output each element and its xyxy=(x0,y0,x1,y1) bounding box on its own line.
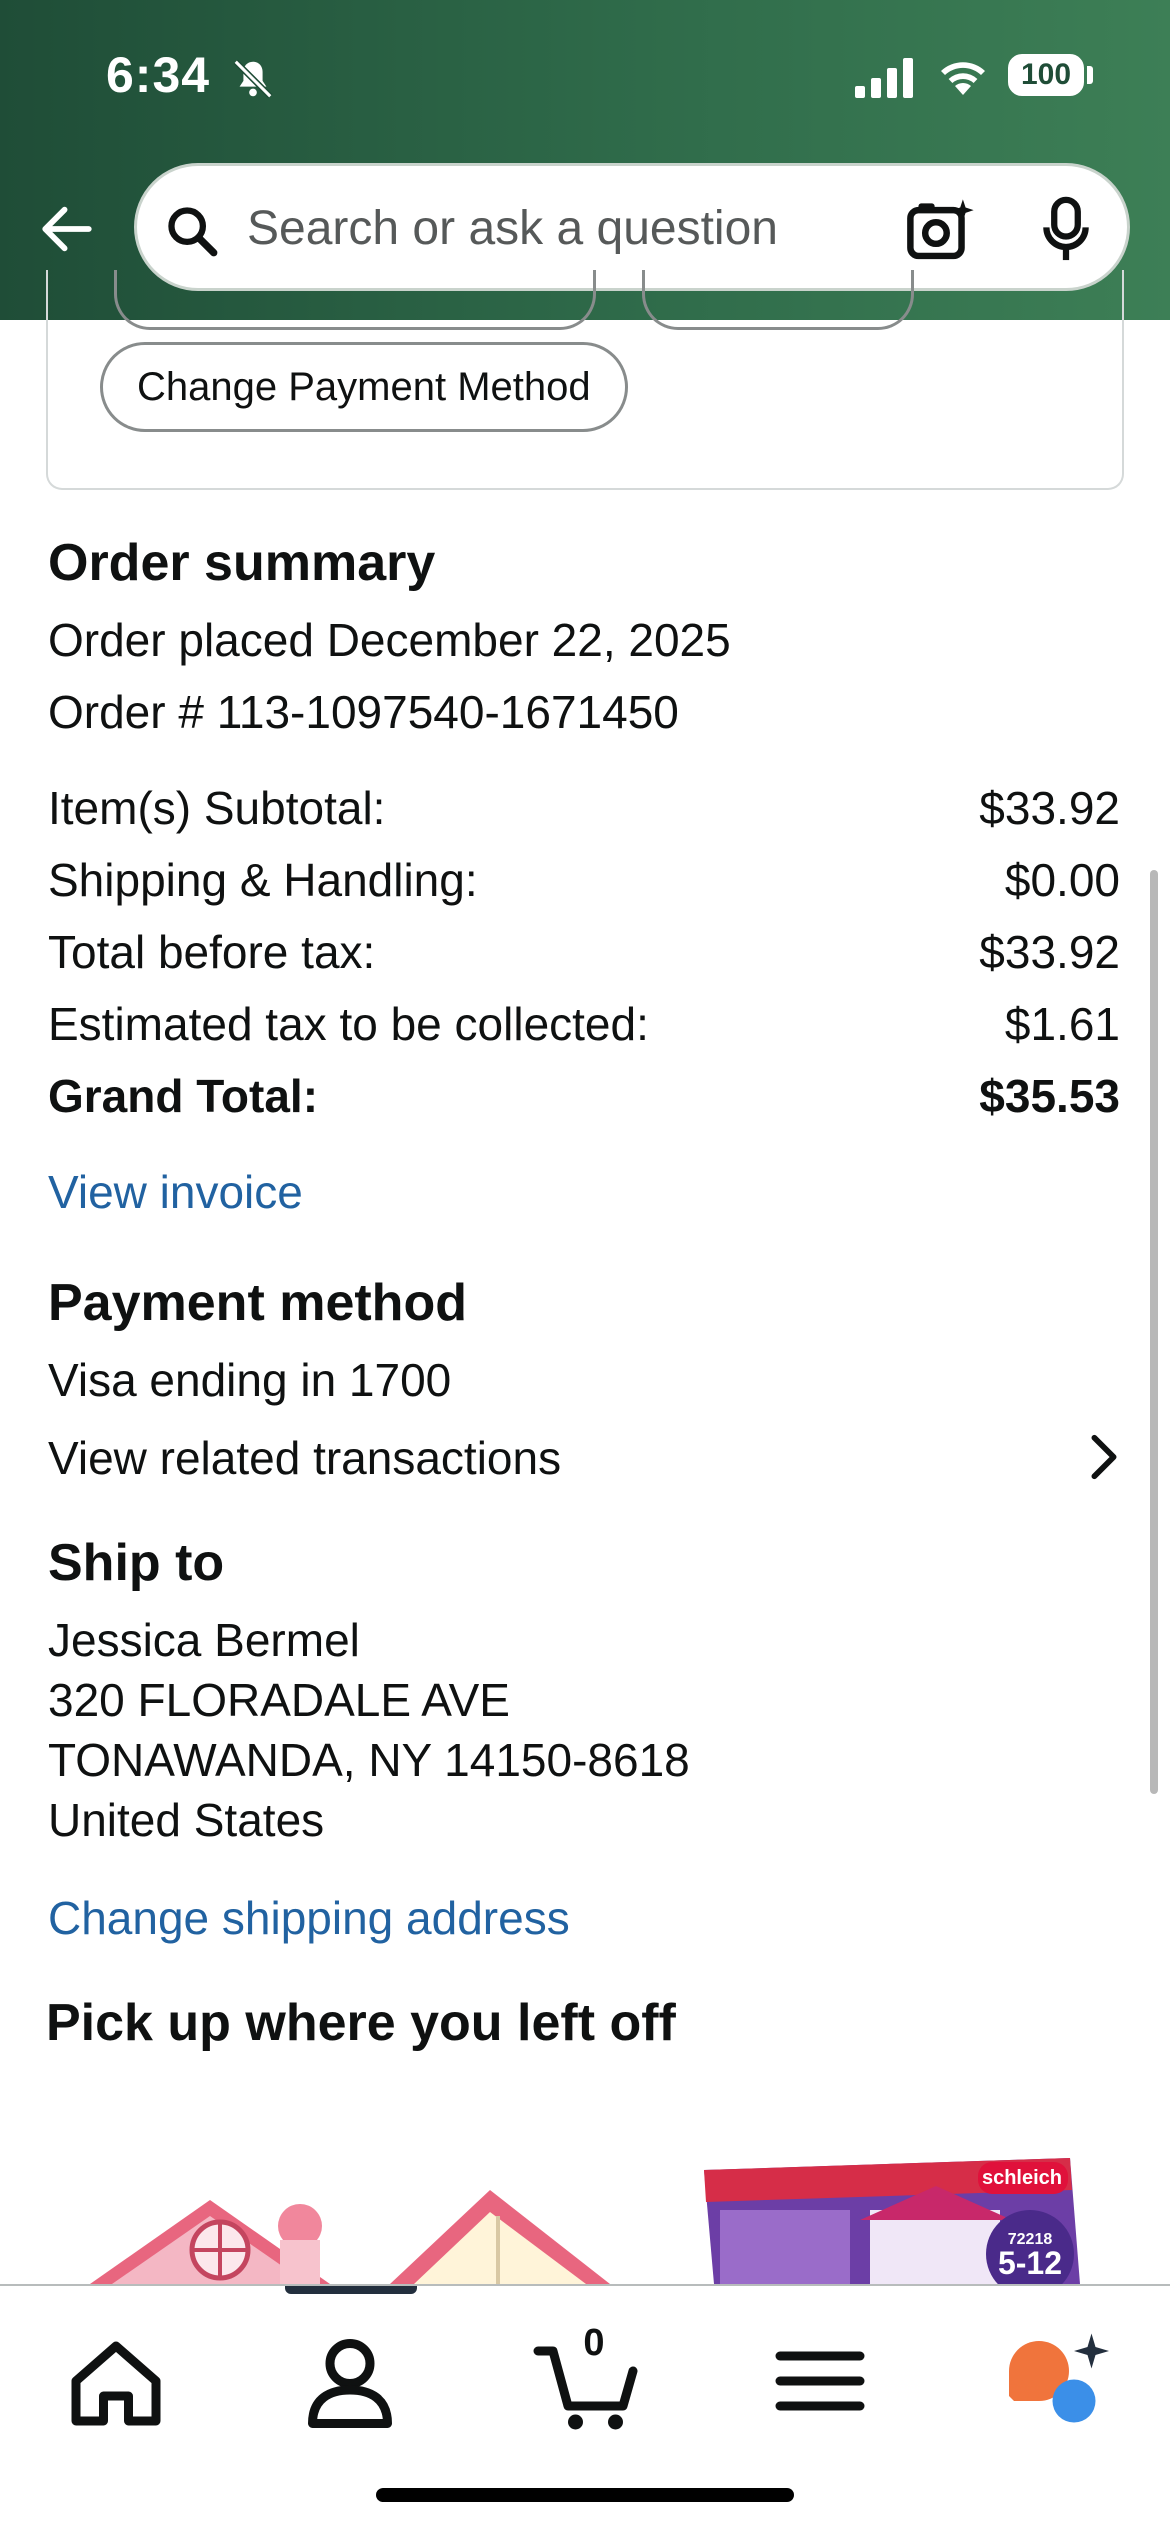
home-icon[interactable] xyxy=(56,2326,176,2436)
battery-cap xyxy=(1087,66,1093,84)
account-icon[interactable] xyxy=(290,2326,410,2436)
view-related-transactions-link[interactable]: View related transactions xyxy=(48,1431,1128,1485)
grand-total-label: Grand Total: xyxy=(48,1070,319,1122)
product-image-schleich-box[interactable]: schleich 72218 5-12 xyxy=(700,2150,1080,2284)
order-placed-date: Order placed December 22, 2025 xyxy=(48,614,731,666)
change-shipping-address-link[interactable]: Change shipping address xyxy=(48,1891,570,1945)
wifi-icon xyxy=(941,62,985,95)
payment-card: Visa ending in 1700 xyxy=(48,1354,452,1406)
order-number: Order # 113-1097540-1671450 xyxy=(48,686,679,738)
scroll-indicator[interactable] xyxy=(1150,870,1158,1794)
product-carousel[interactable]: schleich 72218 5-12 xyxy=(0,2120,1170,2284)
camera-lens-icon[interactable] xyxy=(905,196,975,262)
hidden-action-button[interactable] xyxy=(114,270,596,330)
hidden-action-button[interactable] xyxy=(642,270,914,330)
product-brand-label: schleich xyxy=(982,2167,1062,2189)
ship-to-title: Ship to xyxy=(48,1534,225,1592)
total-before-tax-label: Total before tax: xyxy=(48,926,376,978)
menu-icon[interactable] xyxy=(760,2326,880,2436)
bell-off-icon xyxy=(233,59,273,99)
total-before-tax-value: $33.92 xyxy=(979,926,1120,978)
status-time: 6:34 xyxy=(106,47,211,103)
address-street: 320 FLORADALE AVE xyxy=(48,1674,510,1726)
subtotal-label: Item(s) Subtotal: xyxy=(48,782,386,834)
battery-level: 100 xyxy=(1020,58,1072,91)
estimated-tax-label: Estimated tax to be collected: xyxy=(48,998,649,1050)
grand-total-value: $35.53 xyxy=(979,1070,1120,1122)
rufus-assistant-icon[interactable] xyxy=(994,2326,1114,2436)
battery-indicator: 100 xyxy=(1008,54,1084,96)
signal-icon xyxy=(855,58,913,98)
order-actions-card: Change Payment Method xyxy=(46,270,1124,490)
address-country: United States xyxy=(48,1794,325,1846)
change-payment-method-button[interactable]: Change Payment Method xyxy=(100,342,628,432)
nav-active-indicator xyxy=(285,2286,417,2294)
shipping-value: $0.00 xyxy=(1004,854,1120,906)
back-arrow-icon[interactable] xyxy=(38,200,96,258)
view-invoice-link[interactable]: View invoice xyxy=(48,1165,303,1219)
home-indicator[interactable] xyxy=(376,2488,794,2502)
payment-method-title: Payment method xyxy=(48,1274,467,1332)
microphone-icon[interactable] xyxy=(1041,196,1091,264)
recipient-name: Jessica Bermel xyxy=(48,1614,360,1666)
search-input[interactable] xyxy=(247,196,947,260)
product-age-label: 5-12 xyxy=(998,2245,1062,2281)
subtotal-value: $33.92 xyxy=(979,782,1120,834)
address-city: TONAWANDA, NY 14150-8618 xyxy=(48,1734,690,1786)
estimated-tax-value: $1.61 xyxy=(1004,998,1120,1050)
order-summary-title: Order summary xyxy=(48,534,436,592)
pickup-section-title: Pick up where you left off xyxy=(46,1994,676,2052)
shipping-label: Shipping & Handling: xyxy=(48,854,478,906)
product-image-dollhouse[interactable] xyxy=(90,2120,710,2284)
cart-count-badge: 0 xyxy=(583,2322,605,2364)
chevron-right-icon[interactable] xyxy=(1088,1432,1120,1482)
search-icon xyxy=(168,207,218,257)
